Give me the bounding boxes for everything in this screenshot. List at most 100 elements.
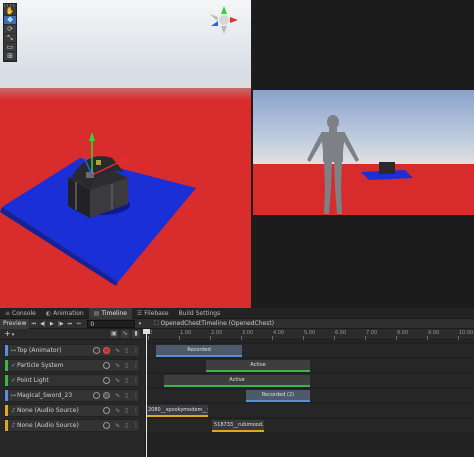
filebase-icon: ☰ [136, 310, 143, 317]
track-color-strip [5, 420, 8, 431]
frame-field[interactable]: 0 [87, 319, 136, 328]
time-ruler[interactable]: 0 1.00 2.00 3.00 4.00 5.00 6.00 7.00 8.00 9.00 10.… [144, 329, 474, 340]
track-row[interactable]: ↦ Magical_Sword_23 ∿ ▯ ⋮ [4, 389, 140, 402]
track-menu-icon[interactable]: ⋮ [133, 392, 139, 399]
track-name: None (Audio Source) [17, 422, 79, 429]
ruler-tick [241, 336, 242, 340]
track-menu-icon[interactable]: ⋮ [133, 422, 139, 429]
track-menu-icon[interactable]: ⋮ [133, 362, 139, 369]
curves-icon[interactable]: ∿ [121, 330, 129, 338]
timeline-icon: ▤ [93, 310, 100, 317]
track-name: Magical_Sword_23 [17, 392, 73, 399]
object-picker-icon[interactable] [93, 347, 100, 354]
curves-toggle-icon[interactable]: ∿ [113, 407, 122, 414]
track-color-strip [5, 375, 8, 386]
clip-area[interactable]: Recorded Active Active Recorded (2) 2080__sp… [144, 341, 474, 457]
ruler-label: 9.00 [428, 330, 440, 336]
play-icon[interactable]: ▶ [47, 319, 56, 329]
track-lock-icon[interactable]: ▯ [125, 377, 130, 384]
transform-tool-icon[interactable]: ⊞ [4, 52, 16, 61]
scene-view[interactable]: ✋ ✥ ⟳ ⤡ ▭ ⊞ [0, 0, 251, 308]
track-type-icon: ↦ [10, 347, 17, 354]
recorded-clip[interactable]: Recorded (2) [246, 390, 310, 402]
hand-tool-icon[interactable]: ✋ [4, 7, 16, 16]
ruler-label: 2.00 [211, 330, 223, 336]
track-row[interactable]: ✓ Point Light ∿ ▯ ⋮ [4, 374, 140, 387]
markers-icon[interactable]: ▮ [132, 330, 140, 338]
object-picker-icon[interactable] [103, 377, 110, 384]
game-view-letterbox-top [253, 0, 474, 90]
add-track-button[interactable]: +▾ [4, 328, 14, 341]
playhead-line [146, 329, 147, 457]
object-picker-icon[interactable] [103, 407, 110, 414]
tab-filebase[interactable]: ☰ Filebase [132, 308, 174, 319]
track-row[interactable]: ♪ None (Audio Source) ∿ ▯ ⋮ [4, 404, 140, 417]
tab-console-label: Console [12, 310, 36, 317]
play-range-icon[interactable]: ↔ [74, 319, 83, 329]
track-name: Top (Animator) [17, 347, 62, 354]
track-row[interactable]: ✓ Particle System ∿ ▯ ⋮ [4, 359, 140, 372]
next-frame-icon[interactable]: |▶ [56, 319, 65, 329]
console-icon: ≡ [5, 310, 11, 317]
curves-toggle-icon[interactable]: ∿ [113, 392, 122, 399]
active-clip[interactable]: Active [206, 360, 310, 372]
tab-timeline[interactable]: ▤ Timeline [88, 308, 132, 319]
track-header-icons: ▣ ∿ ▮ [110, 330, 140, 338]
record-icon[interactable] [103, 392, 110, 399]
tab-build-settings[interactable]: Build Settings [174, 308, 226, 319]
track-lock-icon[interactable]: ▯ [125, 347, 130, 354]
orientation-gizmo-icon[interactable] [210, 6, 238, 34]
track-row[interactable]: ♪ None (Audio Source) ∿ ▯ ⋮ [4, 419, 140, 432]
curves-toggle-icon[interactable]: ∿ [113, 377, 122, 384]
go-to-end-icon[interactable]: ⏭ [65, 319, 74, 329]
recorded-clip[interactable]: Recorded [156, 345, 242, 357]
lock-icon[interactable]: ▣ [110, 330, 118, 338]
track-row[interactable]: ↦ Top (Animator) ∿ ▯ ⋮ [4, 344, 140, 357]
go-to-start-icon[interactable]: ⏮ [29, 319, 38, 329]
active-clip[interactable]: Active [164, 375, 310, 387]
scene-tool-palette: ✋ ✥ ⟳ ⤡ ▭ ⊞ [3, 3, 17, 62]
tab-animation-label: Animation [53, 310, 84, 317]
track-color-strip [5, 405, 8, 416]
frame-dropdown-icon[interactable]: ▾ [135, 319, 144, 329]
ruler-label: 10.00 [459, 330, 474, 336]
curves-toggle-icon[interactable]: ∿ [113, 347, 122, 354]
track-menu-icon[interactable]: ⋮ [133, 347, 139, 354]
scale-tool-icon[interactable]: ⤡ [4, 34, 16, 43]
object-picker-icon[interactable] [103, 422, 110, 429]
clip-row: Active [144, 374, 474, 387]
ruler-tick [365, 336, 366, 340]
timeline-asset-label: OpenedChestTimeline (OpenedChest) [160, 319, 275, 327]
tab-build-settings-label: Build Settings [178, 310, 221, 317]
ruler-tick [148, 336, 149, 340]
game-view[interactable] [253, 90, 474, 215]
ruler-tick [210, 336, 211, 340]
rect-tool-icon[interactable]: ▭ [4, 43, 16, 52]
track-menu-icon[interactable]: ⋮ [133, 407, 139, 414]
previous-frame-icon[interactable]: ◀| [38, 319, 47, 329]
record-icon[interactable] [103, 347, 110, 354]
ruler-tick [396, 336, 397, 340]
panel-tab-bar: ≡ Console ◐ Animation ▤ Timeline ☰ Filebase … [0, 308, 474, 319]
object-picker-icon[interactable] [93, 392, 100, 399]
track-lock-icon[interactable]: ▯ [125, 422, 130, 429]
track-menu-icon[interactable]: ⋮ [133, 377, 139, 384]
clip-row: Active [144, 359, 474, 372]
track-lock-icon[interactable]: ▯ [125, 392, 130, 399]
curves-toggle-icon[interactable]: ∿ [113, 362, 122, 369]
timeline-asset-name[interactable]: ⛶ OpenedChestTimeline (OpenedChest) [154, 320, 274, 328]
object-picker-icon[interactable] [103, 362, 110, 369]
audio-clip[interactable]: 2080__spookymodem__f... [146, 405, 208, 417]
audio-clip[interactable]: 518733__rubimood... [212, 420, 264, 432]
curves-toggle-icon[interactable]: ∿ [113, 422, 122, 429]
track-type-icon: ♪ [11, 422, 16, 429]
tab-console[interactable]: ≡ Console [0, 308, 41, 319]
move-tool-icon[interactable]: ✥ [4, 16, 16, 25]
tab-timeline-label: Timeline [101, 310, 127, 317]
track-lock-icon[interactable]: ▯ [125, 362, 130, 369]
clip-row: 518733__rubimood... [144, 419, 474, 432]
ruler-tick [179, 336, 180, 340]
rotate-tool-icon[interactable]: ⟳ [4, 25, 16, 34]
tab-animation[interactable]: ◐ Animation [41, 308, 89, 319]
track-lock-icon[interactable]: ▯ [125, 407, 130, 414]
